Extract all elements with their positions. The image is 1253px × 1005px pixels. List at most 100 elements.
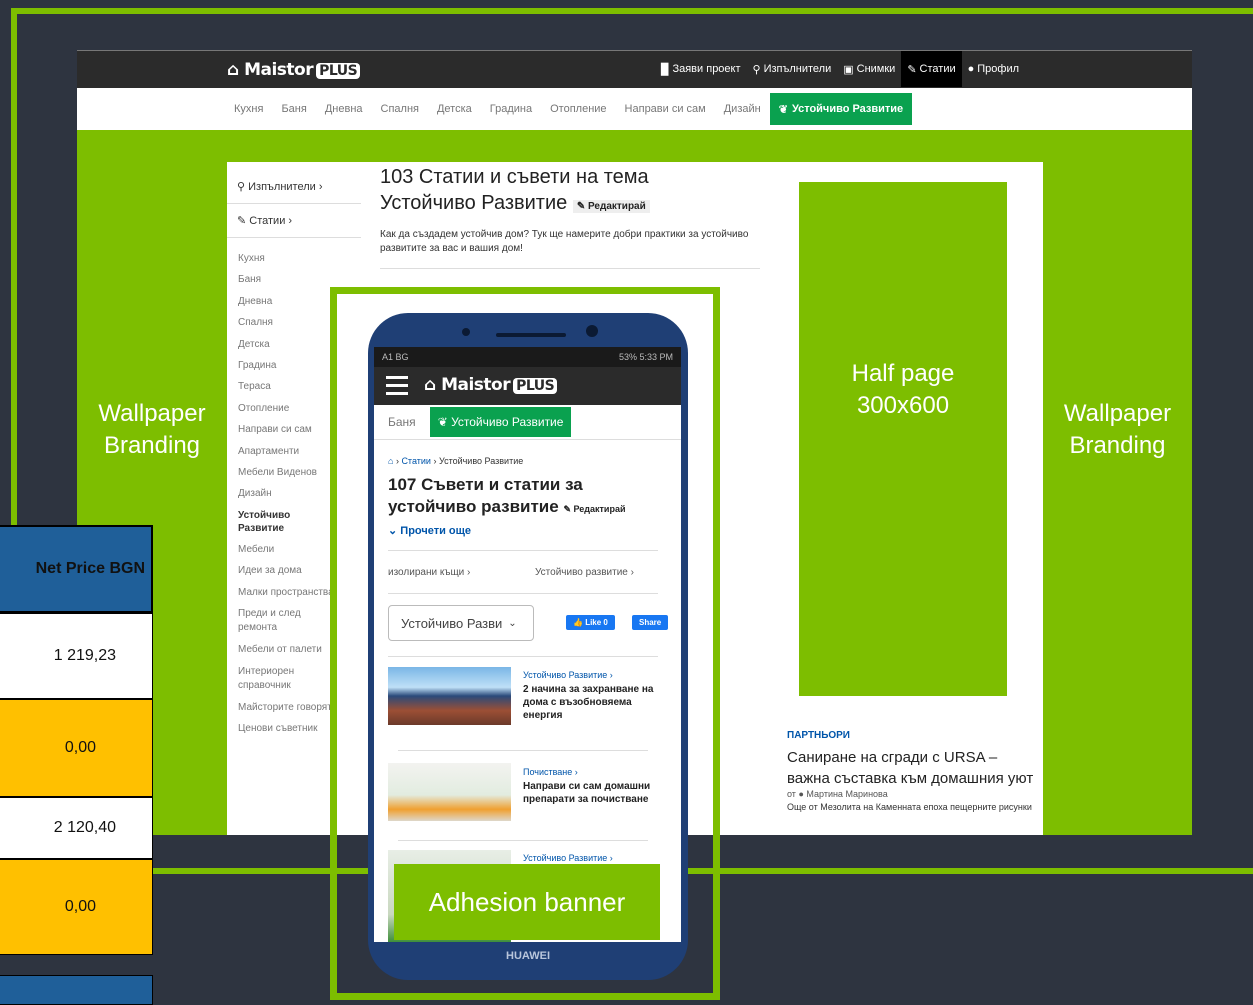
category-active[interactable]: ❦ Устойчиво Развитие: [769, 93, 913, 125]
read-more-link[interactable]: ⌄ Прочети още: [388, 524, 471, 537]
nav-profile[interactable]: ● Профил: [962, 51, 1025, 87]
fb-like-label: Like 0: [585, 618, 608, 627]
sidebar-item[interactable]: Преди и след ремонта: [227, 603, 318, 639]
leaf-icon: ❦: [778, 103, 788, 116]
wallpaper-right-label: Wallpaper Branding: [1043, 398, 1192, 462]
price-header-text: Net Price BGN: [35, 560, 145, 577]
category-link[interactable]: Кухня: [225, 103, 272, 115]
price-value: 1 219,23: [53, 647, 116, 664]
chevron-down-icon: ⌄: [508, 617, 517, 629]
mobile-header: ⌂ Maistor PLUS: [374, 367, 681, 405]
fb-like: 👍 Like 0: [566, 615, 615, 630]
article-category[interactable]: Устойчиво Развитие ›: [523, 853, 658, 863]
phone-camera: [586, 325, 598, 337]
price-table: Net Price BGN 1 219,23 0,00 2 120,40 0,0…: [0, 525, 153, 1005]
logo-badge: PLUS: [513, 378, 558, 394]
nav-label: Заяви проект: [672, 63, 741, 75]
article-title[interactable]: Направи си сам домашни препарати за почи…: [523, 780, 658, 806]
price-row: 2 120,40: [0, 797, 153, 859]
sidebar-item[interactable]: Интериорен справочник: [227, 661, 318, 697]
category-link[interactable]: Баня: [272, 103, 315, 115]
edit-link[interactable]: ✎ Редактирай: [563, 504, 625, 514]
top-navbar: ⌂ Maistor PLUS ▉ Заяви проект ⚲ Изпълнители…: [77, 50, 1192, 88]
mobile-logo[interactable]: ⌂ Maistor PLUS: [424, 375, 558, 395]
top-nav-links: ▉ Заяви проект ⚲ Изпълнители ▣ Снимки ✎ Стат…: [655, 51, 1025, 87]
mobile-divider: [398, 750, 648, 751]
price-table-header: Net Price BGN: [0, 525, 153, 613]
nav-articles[interactable]: ✎ Статии: [901, 51, 962, 87]
home-icon[interactable]: ⌂: [388, 456, 393, 466]
article-card: Устойчиво Развитие › 2 начина за захранв…: [523, 670, 658, 722]
site-logo[interactable]: ⌂ Maistor PLUS: [227, 60, 361, 80]
category-link[interactable]: Дневна: [316, 103, 372, 115]
article-card: Почистване › Направи си сам домашни преп…: [523, 767, 658, 806]
select-value: Устойчиво Разви: [401, 615, 503, 631]
read-more-label: Прочети още: [400, 525, 472, 537]
breadcrumb-link[interactable]: Статии: [401, 456, 431, 466]
category-select[interactable]: Устойчиво Разви ⌄: [388, 605, 534, 641]
category-nav: Кухня Баня Дневна Спалня Детска Градина …: [225, 88, 913, 130]
leaf-icon: ❦: [437, 415, 452, 429]
edit-link[interactable]: ✎ Редактирай: [572, 200, 650, 213]
intro-divider: [380, 268, 760, 269]
mobile-divider: [388, 593, 658, 594]
article-thumb-cleaning[interactable]: [388, 763, 511, 821]
mobile-tag[interactable]: Устойчиво развитие ›: [535, 567, 634, 578]
mobile-divider: [388, 550, 658, 551]
partner-article: ПАРТНЬОРИ Саниране на сгради с URSA – ва…: [787, 730, 1043, 812]
wallpaper-text: Wallpaper Branding: [1063, 400, 1172, 459]
phone-screen: A1 BG 53% 5:33 PM ⌂ Maistor PLUS Баня ❦ У…: [374, 347, 681, 942]
chevron-down-icon: ⌄: [388, 525, 398, 537]
category-label: Почистване: [523, 767, 573, 777]
tag-label: изолирани къщи: [388, 567, 465, 578]
mobile-menu-item[interactable]: Баня: [374, 415, 430, 429]
category-link[interactable]: Градина: [481, 103, 541, 115]
phone-speaker: [462, 328, 470, 336]
home-icon: ⌂: [227, 60, 239, 80]
fb-share-button[interactable]: Share: [632, 612, 669, 630]
sidebar-item[interactable]: Кухня: [227, 248, 361, 269]
article-card: Устойчиво Развитие ›: [523, 853, 658, 863]
half-page-line1: Half page: [851, 360, 955, 387]
logo-word: Maistor: [441, 375, 511, 395]
half-page-ad: Half page 300x600: [799, 182, 1007, 696]
partners-label[interactable]: ПАРТНЬОРИ: [787, 730, 1043, 741]
article-title[interactable]: 2 начина за захранване на дома с възобно…: [523, 683, 658, 722]
sidebar-articles-label: Статии: [249, 214, 286, 227]
category-link[interactable]: Направи си сам: [616, 103, 715, 115]
sidebar-item-active[interactable]: Устойчиво Развитие: [227, 505, 318, 539]
hamburger-icon[interactable]: [386, 376, 408, 396]
nav-label: Профил: [977, 63, 1020, 75]
status-label: 53% 5:33 PM: [618, 352, 673, 362]
nav-performers[interactable]: ⚲ Изпълнители: [747, 51, 838, 87]
sidebar-performers[interactable]: ⚲ Изпълнители ›: [227, 170, 361, 204]
article-category[interactable]: Почистване ›: [523, 767, 658, 777]
category-link[interactable]: Отопление: [541, 103, 615, 115]
category-link[interactable]: Дизайн: [715, 103, 770, 115]
price-value: 0,00: [64, 739, 96, 756]
nav-photos[interactable]: ▣ Снимки: [837, 51, 901, 87]
sidebar-articles[interactable]: ✎ Статии ›: [227, 204, 361, 238]
mobile-tag[interactable]: изолирани къщи ›: [388, 567, 470, 578]
mobile-menu-active[interactable]: ❦ Устойчиво Развитие: [429, 407, 572, 437]
fb-like-button[interactable]: 👍 Like 0: [566, 612, 615, 630]
category-link[interactable]: Детска: [428, 103, 481, 115]
partner-title[interactable]: Саниране на сгради с URSA – важна състав…: [787, 747, 1043, 789]
sidebar-performers-label: Изпълнители: [248, 180, 316, 193]
mobile-divider: [398, 840, 648, 841]
tag-label: Устойчиво развитие: [535, 567, 628, 578]
nav-label: Снимки: [856, 63, 896, 75]
mobile-breadcrumb: ⌂ › Статии › Устойчиво Развитие: [388, 456, 524, 466]
article-category[interactable]: Устойчиво Развитие ›: [523, 670, 658, 680]
breadcrumb-current: Устойчиво Развитие: [438, 456, 524, 466]
category-link[interactable]: Спалня: [372, 103, 428, 115]
file-icon: ▉: [661, 63, 670, 76]
article-header: 103 Статии и съвети на тема Устойчиво Ра…: [380, 164, 760, 269]
article-thumb-solar[interactable]: [388, 667, 511, 725]
edit-icon: ✎: [907, 63, 917, 76]
nav-request-project[interactable]: ▉ Заяви проект: [655, 51, 747, 87]
logo-word: Maistor: [244, 60, 314, 80]
half-page-line2: 300x600: [856, 392, 950, 419]
wallpaper-left-label: Wallpaper Branding: [77, 398, 227, 462]
nav-label: Изпълнители: [763, 63, 832, 75]
